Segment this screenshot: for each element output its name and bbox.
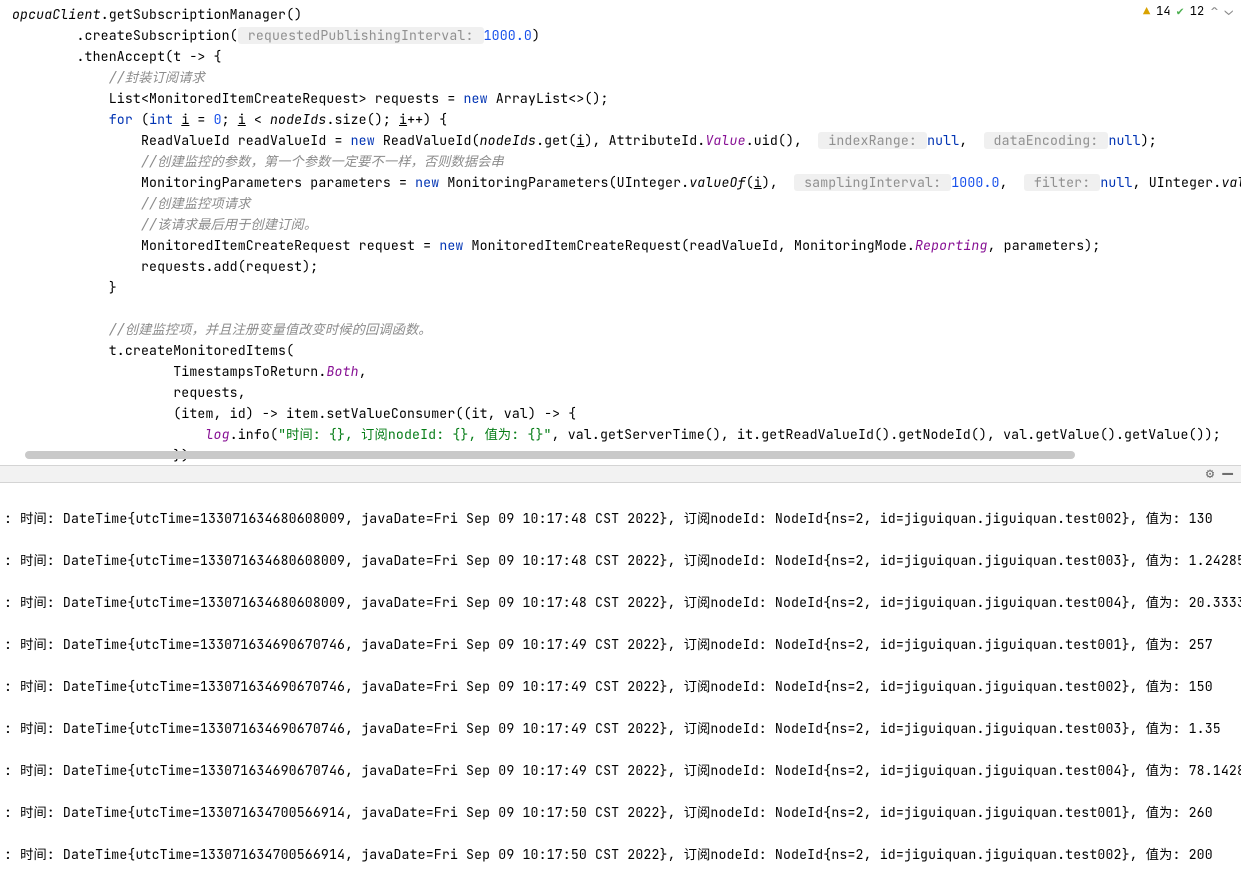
inspection-indicators: ▲ 14 ✔ 12 ⌃ ⌄ [1143,2,1233,20]
minimize-icon[interactable]: — [1222,463,1233,486]
nav-down-icon[interactable]: ⌄ [1225,2,1233,20]
console-line: : 时间: DateTime{utcTime=13307163468060800… [4,508,1241,529]
console-line: : 时间: DateTime{utcTime=13307163469067074… [4,676,1241,697]
console-line: : 时间: DateTime{utcTime=13307163470056691… [4,844,1241,865]
code-content[interactable]: opcuaClient.getSubscriptionManager() .cr… [0,0,1241,465]
console-line: : 时间: DateTime{utcTime=13307163469067074… [4,760,1241,781]
nav-up-icon[interactable]: ⌃ [1210,2,1218,20]
console-line: : 时间: DateTime{utcTime=13307163468060800… [4,550,1241,571]
console-line: : 时间: DateTime{utcTime=13307163468060800… [4,592,1241,613]
horizontal-scrollbar[interactable] [25,451,1075,459]
check-icon[interactable]: ✔ [1177,3,1184,19]
check-count: 12 [1190,3,1204,19]
console-toolbar: ⚙ — [0,465,1241,483]
console-line: : 时间: DateTime{utcTime=13307163469067074… [4,634,1241,655]
console-output[interactable]: : 时间: DateTime{utcTime=13307163468060800… [0,483,1241,872]
gear-icon[interactable]: ⚙ [1206,465,1214,483]
warning-icon[interactable]: ▲ [1143,3,1150,19]
console-line: : 时间: DateTime{utcTime=13307163469067074… [4,718,1241,739]
console-line: : 时间: DateTime{utcTime=13307163470056691… [4,802,1241,823]
code-editor-pane[interactable]: ▲ 14 ✔ 12 ⌃ ⌄ opcuaClient.getSubscriptio… [0,0,1241,465]
warning-count: 14 [1156,3,1170,19]
